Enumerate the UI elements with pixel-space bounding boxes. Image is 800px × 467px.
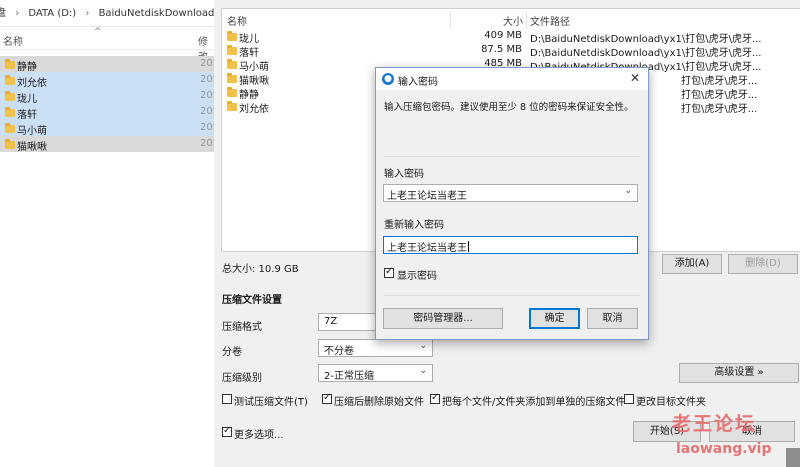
more-options-checkbox[interactable] — [222, 425, 232, 437]
explorer-column-header: 名称 ^ 修改 — [0, 27, 214, 63]
more-options-label[interactable]: 更多选项... — [234, 426, 284, 441]
watermark: 老王论坛 laowang.vip — [672, 409, 792, 467]
level-label: 压缩级别 — [222, 373, 262, 384]
divider — [384, 295, 640, 296]
explorer-folder-row[interactable]: 刘允依 202 — [0, 72, 219, 89]
file-explorer-pane: 盘 › DATA (D:) › BaiduNetdiskDownload › y… — [0, 0, 219, 467]
dialog-cancel-button[interactable]: 取消 — [587, 308, 638, 329]
ok-button[interactable]: 确定 — [529, 308, 580, 329]
folder-icon — [227, 87, 237, 97]
confirm-password-label: 重新输入密码 — [384, 220, 444, 231]
close-icon[interactable]: ✕ — [630, 71, 640, 85]
format-label: 压缩格式 — [222, 322, 262, 333]
divider — [384, 156, 640, 157]
folder-icon — [227, 101, 237, 111]
show-password-label[interactable]: 显示密码 — [397, 267, 437, 282]
explorer-folder-row[interactable]: 落轩 202 — [0, 104, 219, 121]
confirm-password-input[interactable]: 上老王论坛当老王 — [383, 236, 638, 254]
item-size: 87.5 MB — [481, 44, 522, 55]
folder-icon — [5, 59, 15, 69]
folder-icon — [5, 107, 15, 117]
level-value: 2-正常压缩 — [324, 371, 374, 382]
format-value: 7Z — [324, 316, 338, 327]
column-divider[interactable] — [526, 11, 527, 29]
folder-name: 落轩 — [17, 110, 37, 121]
confirm-password-value: 上老王论坛当老王 — [387, 241, 469, 254]
folder-name: 马小萌 — [17, 126, 47, 137]
delete-source-checkbox[interactable] — [322, 392, 332, 404]
password-label: 输入密码 — [384, 169, 424, 180]
folder-icon — [5, 75, 15, 85]
folder-icon — [5, 139, 15, 149]
dialog-title: 输入密码 — [398, 77, 438, 88]
chevron-down-icon: ⌄ — [419, 366, 427, 376]
folder-name: 珑儿 — [17, 94, 37, 105]
address-bar[interactable]: 盘 › DATA (D:) › BaiduNetdiskDownload › y… — [0, 4, 214, 27]
advanced-settings-button[interactable]: 高级设置 » — [679, 363, 799, 383]
separate-archives-label[interactable]: 把每个文件/文件夹添加到单独的压缩文件 — [442, 393, 625, 408]
folder-name: 静静 — [17, 62, 37, 73]
breadcrumb-data-drive[interactable]: DATA (D:) — [28, 4, 76, 24]
folder-name: 刘允依 — [17, 78, 47, 89]
password-dialog: ● 输入密码 ✕ 输入压缩包密码。建议使用至少 8 位的密码来保证安全性。 输入… — [375, 67, 649, 340]
breadcrumb-separator-icon: › — [85, 8, 90, 19]
dialog-titlebar[interactable]: ● 输入密码 ✕ — [376, 68, 648, 90]
breadcrumb-baidunetdisk[interactable]: BaiduNetdiskDownload — [99, 4, 214, 24]
item-size: 409 MB — [484, 30, 522, 41]
delete-button[interactable]: 删除(D) — [728, 254, 798, 274]
split-label: 分卷 — [222, 347, 242, 358]
explorer-folder-row[interactable]: 马小萌 202 — [0, 120, 219, 137]
chevron-down-icon: ⌄ — [419, 341, 427, 351]
test-archive-checkbox[interactable] — [222, 394, 232, 404]
dialog-description: 输入压缩包密码。建议使用至少 8 位的密码来保证安全性。 — [384, 102, 634, 113]
column-divider[interactable] — [450, 11, 451, 29]
folder-icon — [227, 59, 237, 69]
change-destination-label[interactable]: 更改目标文件夹 — [636, 393, 706, 408]
list-header-path[interactable]: 文件路径 — [530, 13, 570, 28]
sort-up-icon: ^ — [94, 27, 102, 37]
breadcrumb-drive-root[interactable]: 盘 — [0, 4, 6, 24]
folder-name: 猫啾啾 — [17, 142, 47, 153]
list-header-name[interactable]: 名称 — [227, 13, 247, 28]
separate-archives-checkbox[interactable] — [430, 392, 440, 404]
show-password-checkbox[interactable] — [384, 266, 394, 278]
total-size-label: 总大小: 10.9 GB — [222, 264, 299, 275]
folder-icon — [227, 45, 237, 55]
test-archive-label[interactable]: 测试压缩文件(T) — [234, 393, 308, 408]
folder-icon — [5, 91, 15, 101]
delete-source-label[interactable]: 压缩后删除原始文件 — [334, 393, 424, 408]
split-select[interactable]: 不分卷 ⌄ — [318, 339, 433, 357]
format-select[interactable]: 7Z — [318, 313, 378, 331]
watermark-url: laowang.vip — [676, 441, 772, 457]
password-manager-button[interactable]: 密码管理器... — [383, 308, 503, 329]
folder-icon — [227, 31, 237, 41]
chevron-down-icon[interactable]: ⌄ — [624, 186, 632, 196]
explorer-folder-row[interactable]: 静静 202 — [0, 56, 219, 73]
info-icon: ● — [382, 73, 394, 85]
watermark-title: 老王论坛 — [672, 413, 757, 435]
split-value: 不分卷 — [324, 346, 354, 357]
list-item[interactable]: 珑儿 409 MB D:\BaiduNetdiskDownload\yx1\打包… — [222, 29, 800, 45]
change-destination-checkbox[interactable] — [624, 394, 634, 404]
explorer-folder-row[interactable]: 珑儿 202 — [0, 88, 219, 105]
item-name: 刘允依 — [239, 104, 269, 115]
list-item[interactable]: 落轩 87.5 MB D:\BaiduNetdiskDownload\yx1\打… — [222, 43, 800, 59]
column-name-header[interactable]: 名称 — [3, 33, 23, 48]
text-caret — [468, 241, 469, 252]
folder-icon — [5, 123, 15, 133]
corner-thumbnail — [786, 448, 800, 467]
password-input[interactable]: 上老王论坛当老王 ⌄ — [383, 184, 638, 202]
password-value: 上老王论坛当老王 — [387, 191, 467, 202]
level-select[interactable]: 2-正常压缩 ⌄ — [318, 364, 433, 382]
add-button[interactable]: 添加(A) — [662, 254, 722, 274]
breadcrumb-separator-icon: › — [15, 8, 20, 19]
settings-section-title: 压缩文件设置 — [222, 295, 282, 306]
explorer-folder-row[interactable]: 猫啾啾 202 — [0, 136, 219, 153]
list-header-size[interactable]: 大小 — [503, 13, 523, 28]
item-path: 打包\虎牙\虎牙... — [681, 104, 758, 115]
folder-icon — [227, 73, 237, 83]
